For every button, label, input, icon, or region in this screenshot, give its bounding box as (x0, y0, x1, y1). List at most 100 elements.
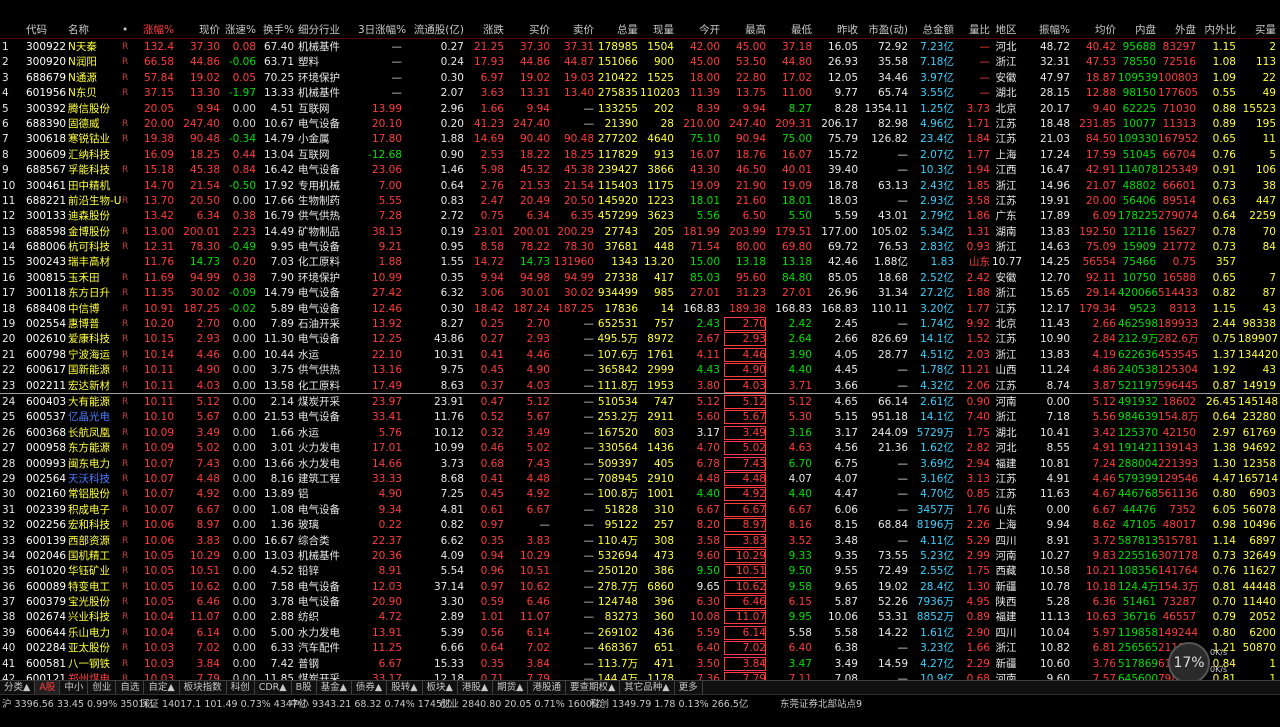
cell-[interactable]: 38 (2, 610, 24, 624)
cell-[interactable]: 10 (2, 179, 24, 193)
table-row[interactable]: 18 688408 中信博 R 10.91 187.25 -0.02 5.89 电气设备 12.4… (0, 301, 1280, 316)
cell-名称[interactable]: 天沃科技 (68, 472, 130, 486)
cell-名称[interactable]: 乐山电力 (68, 626, 130, 640)
cell-代码[interactable]: 002674 (26, 610, 66, 624)
tab-15[interactable]: 期货▲ (493, 681, 529, 694)
cell-代码[interactable]: 002554 (26, 317, 66, 331)
cell-名称[interactable]: 宝光股份 (68, 595, 130, 609)
cell-名称[interactable]: 惠博普 (68, 317, 130, 331)
cell-[interactable]: 20 (2, 332, 24, 346)
cell-名称[interactable]: 国机精工 (68, 549, 130, 563)
header-12[interactable]: 买价 (506, 22, 550, 38)
tab-10[interactable]: 基金▲ (317, 681, 352, 694)
cell-[interactable]: 23 (2, 379, 24, 393)
tab-18[interactable]: 其它品种▲ (620, 681, 675, 694)
table-row[interactable]: 8 300609 汇纳科技 16.09 18.25 0.44 13.04 互联网 -12.68 0… (0, 147, 1280, 162)
cell-名称[interactable]: 田中精机 (68, 179, 130, 193)
cell-[interactable]: 32 (2, 518, 24, 532)
header-24[interactable]: 振幅% (1024, 22, 1070, 38)
cell-[interactable]: 27 (2, 441, 24, 455)
cell-[interactable]: 12 (2, 209, 24, 223)
cell-名称[interactable]: 孚能科技 (68, 163, 130, 177)
cell-代码[interactable]: 300922 (26, 40, 66, 54)
cell-名称[interactable]: N通源 (68, 71, 130, 85)
cell-名称[interactable]: 中信博 (68, 302, 130, 316)
table-row[interactable]: 7 300618 寒锐钴业 R 19.38 90.48 -0.34 14.79 小金属 17.80… (0, 131, 1280, 146)
cell-名称[interactable]: 八一钢铁 (68, 657, 130, 671)
index-zx[interactable]: 中小 9343.21 68.32 0.74% 1745亿 (290, 696, 451, 710)
cell-代码[interactable]: 300815 (26, 271, 66, 285)
table-row[interactable]: 37 600379 宝光股份 R 10.05 6.46 0.00 3.78 电气设备 20.90 3… (0, 594, 1280, 610)
table-row[interactable]: 27 000958 东方能源 R 10.09 5.02 0.00 3.01 火力发电 17.01 1… (0, 440, 1280, 456)
cell-代码[interactable]: 600089 (26, 580, 66, 594)
cell-代码[interactable]: 688390 (26, 117, 66, 131)
cell-名称[interactable]: 爱康科技 (68, 332, 130, 346)
cell-[interactable]: 11 (2, 194, 24, 208)
header-15[interactable]: 现量 (640, 22, 674, 38)
cell-[interactable]: 39 (2, 626, 24, 640)
cell-名称[interactable]: 宏达新材 (68, 379, 130, 393)
cell-代码[interactable]: 002564 (26, 472, 66, 486)
header-20[interactable]: 市盈(动) (860, 22, 908, 38)
cell-名称[interactable]: 华钰矿业 (68, 564, 130, 578)
table-row[interactable]: 21 600798 宁波海运 R 10.14 4.46 0.00 10.44 水运 22.10 10… (0, 347, 1280, 362)
tab-3[interactable]: 创业 (88, 681, 117, 694)
index-sz[interactable]: 深证 14017.1 101.49 0.73% 4347亿 (140, 696, 307, 710)
header-16[interactable]: 今开 (678, 22, 720, 38)
tab-17[interactable]: 要查期权▲ (566, 681, 621, 694)
table-row[interactable]: 3 688679 N通源 R 57.84 19.02 0.05 70.25 环境保护 — 0.30 6… (0, 70, 1280, 85)
tab-4[interactable]: 自选 (116, 681, 145, 694)
header-11[interactable]: 涨跌 (466, 22, 504, 38)
cell-名称[interactable]: 积成电子 (68, 503, 130, 517)
header-17[interactable]: 最高 (724, 22, 766, 38)
table-row[interactable]: 41 600581 八一钢铁 R 10.03 3.84 0.00 7.42 普钢 6.67 15.3… (0, 656, 1280, 671)
cell-代码[interactable]: 300133 (26, 209, 66, 223)
cell-[interactable]: 35 (2, 564, 24, 578)
cell-名称[interactable]: 东方日升 (68, 286, 130, 300)
cell-[interactable]: 16 (2, 271, 24, 285)
cell-[interactable]: 3 (2, 71, 24, 85)
header-1[interactable]: 代码 (26, 22, 66, 38)
table-row[interactable]: 20 002610 爱康科技 R 10.15 2.93 0.00 11.30 电气设备 12.25… (0, 331, 1280, 347)
table-row[interactable]: 39 600644 乐山电力 R 10.04 6.14 0.00 5.00 水力发电 13.91 5… (0, 625, 1280, 640)
cell-[interactable]: 37 (2, 595, 24, 609)
tab-11[interactable]: 债券▲ (352, 681, 388, 694)
tab-0[interactable]: 分类▲ (0, 681, 36, 694)
table-row[interactable]: 5 300392 腾信股份 20.05 9.94 0.00 4.51 互联网 13.99 2.96… (0, 101, 1280, 116)
cell-[interactable]: 6 (2, 117, 24, 131)
cell-代码[interactable]: 688598 (26, 225, 66, 239)
table-row[interactable]: 13 688598 金博股份 R 13.00 200.01 2.23 14.49 矿物制品 38.… (0, 224, 1280, 239)
table-row[interactable]: 31 002339 积成电子 R 10.07 6.67 0.00 1.08 电气设备 9.34 4.… (0, 502, 1280, 517)
cell-名称[interactable]: 瑞丰高材 (68, 255, 130, 269)
header-22[interactable]: 量比 (956, 22, 990, 38)
cell-[interactable]: 15 (2, 255, 24, 269)
cell-[interactable]: 26 (2, 426, 24, 440)
cell-名称[interactable]: 东方能源 (68, 441, 130, 455)
cell-代码[interactable]: 000958 (26, 441, 66, 455)
cell-名称[interactable]: N天秦 (68, 40, 130, 54)
cell-名称[interactable]: 玉禾田 (68, 271, 130, 285)
header-26[interactable]: 内盘 (1118, 22, 1156, 38)
cell-[interactable]: 2 (2, 55, 24, 69)
table-row[interactable]: 29 002564 天沃科技 R 10.07 4.48 0.00 8.16 建筑工程 33.33 8… (0, 471, 1280, 486)
cell-代码[interactable]: 000993 (26, 457, 66, 471)
cell-名称[interactable]: 亿晶光电 (68, 410, 130, 424)
cell-代码[interactable]: 600403 (26, 395, 66, 409)
tab-7[interactable]: 科创 (227, 681, 255, 694)
cell-代码[interactable]: 002046 (26, 549, 66, 563)
cell-[interactable]: 28 (2, 457, 24, 471)
cell-代码[interactable]: 688679 (26, 71, 66, 85)
cell-代码[interactable]: 688006 (26, 240, 66, 254)
cell-代码[interactable]: 688408 (26, 302, 66, 316)
cell-[interactable]: 41 (2, 657, 24, 671)
cell-[interactable]: 24 (2, 395, 24, 409)
cell-代码[interactable]: 600379 (26, 595, 66, 609)
cell-名称[interactable]: 腾信股份 (68, 102, 130, 116)
header-10[interactable]: 流通股(亿) (408, 22, 464, 38)
table-row[interactable]: 23 002211 宏达新材 R 10.11 4.03 0.00 13.58 化工原料 17.49… (0, 378, 1280, 394)
cell-代码[interactable]: 600644 (26, 626, 66, 640)
header-25[interactable]: 均价 (1072, 22, 1116, 38)
cell-代码[interactable]: 002256 (26, 518, 66, 532)
cell-[interactable]: 36 (2, 580, 24, 594)
tab-1[interactable]: A股 (35, 681, 61, 694)
